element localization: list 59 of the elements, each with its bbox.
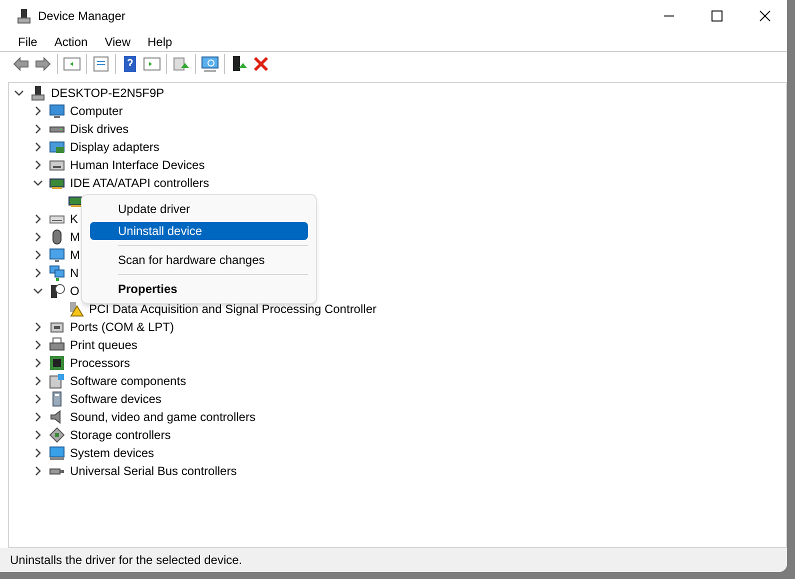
- window-title: Device Manager: [38, 8, 126, 25]
- forward-arrow-icon[interactable]: [34, 55, 52, 73]
- tree-item[interactable]: Disk drives: [70, 120, 129, 138]
- help-icon[interactable]: [121, 55, 139, 73]
- menu-item[interactable]: Update driver: [90, 200, 308, 218]
- scan-icon[interactable]: [201, 55, 219, 73]
- add-device-icon[interactable]: [230, 55, 248, 73]
- maximize-icon[interactable]: [711, 10, 723, 22]
- tree-item[interactable]: M: [70, 228, 80, 246]
- tree-item[interactable]: Computer: [70, 102, 123, 120]
- network-icon: [49, 265, 65, 281]
- properties-icon[interactable]: [92, 55, 110, 73]
- tree-item[interactable]: Storage controllers: [70, 426, 171, 444]
- tree-item[interactable]: Display adapters: [70, 138, 160, 156]
- menu-item[interactable]: Help: [140, 32, 180, 50]
- warning-icon: [68, 301, 84, 317]
- chevron-down-icon[interactable]: [14, 88, 24, 98]
- printer-icon: [49, 337, 65, 353]
- tree-item[interactable]: Print queues: [70, 336, 138, 354]
- tree-item[interactable]: Software components: [70, 372, 186, 390]
- chevron-down-icon[interactable]: [33, 178, 43, 188]
- menu-item[interactable]: Scan for hardware changes: [90, 251, 308, 269]
- chevron-down-icon[interactable]: [33, 286, 43, 296]
- tree-item[interactable]: Processors: [70, 354, 130, 372]
- tree-item[interactable]: Software devices: [70, 390, 162, 408]
- menu-item[interactable]: Properties: [90, 280, 308, 298]
- tree-item[interactable]: N: [70, 264, 79, 282]
- tree-item[interactable]: Human Interface Devices: [70, 156, 205, 174]
- tree-item[interactable]: Sound, video and game controllers: [70, 408, 256, 426]
- monitor-icon: [49, 247, 65, 263]
- panel-icon[interactable]: [63, 55, 81, 73]
- tree-item[interactable]: System devices: [70, 444, 154, 462]
- puzzle-icon: [49, 373, 65, 389]
- menu-item[interactable]: File: [11, 32, 44, 50]
- status-text: Uninstalls the driver for the selected device.: [10, 552, 242, 569]
- delete-icon[interactable]: [252, 55, 270, 73]
- display-card-icon: [49, 139, 65, 155]
- unknown-device-icon: [49, 283, 65, 299]
- menu-item[interactable]: Action: [47, 32, 95, 50]
- update-driver-icon[interactable]: [172, 55, 190, 73]
- tree-item[interactable]: K: [70, 210, 78, 228]
- tree-item[interactable]: M: [70, 246, 80, 264]
- tree-item[interactable]: Universal Serial Bus controllers: [70, 462, 237, 480]
- system-icon: [49, 445, 65, 461]
- chip-icon: [49, 355, 65, 371]
- tree-item[interactable]: IDE ATA/ATAPI controllers: [70, 174, 210, 192]
- tower-icon: [30, 85, 46, 101]
- tree-item[interactable]: Ports (COM & LPT): [70, 318, 174, 336]
- close-icon[interactable]: [759, 10, 771, 22]
- back-arrow-icon[interactable]: [12, 55, 30, 73]
- menu-item[interactable]: Uninstall device: [90, 222, 308, 240]
- tree-item[interactable]: O: [70, 282, 80, 300]
- menu-item[interactable]: View: [98, 32, 138, 50]
- monitor-icon: [49, 103, 65, 119]
- storage-icon: [49, 427, 65, 443]
- tower-icon: [16, 8, 32, 24]
- tree-item[interactable]: DESKTOP-E2N5F9P: [51, 84, 164, 102]
- tree-item[interactable]: PCI Data Acquisition and Signal Processing Controller: [89, 300, 376, 318]
- panel-icon[interactable]: [143, 55, 161, 73]
